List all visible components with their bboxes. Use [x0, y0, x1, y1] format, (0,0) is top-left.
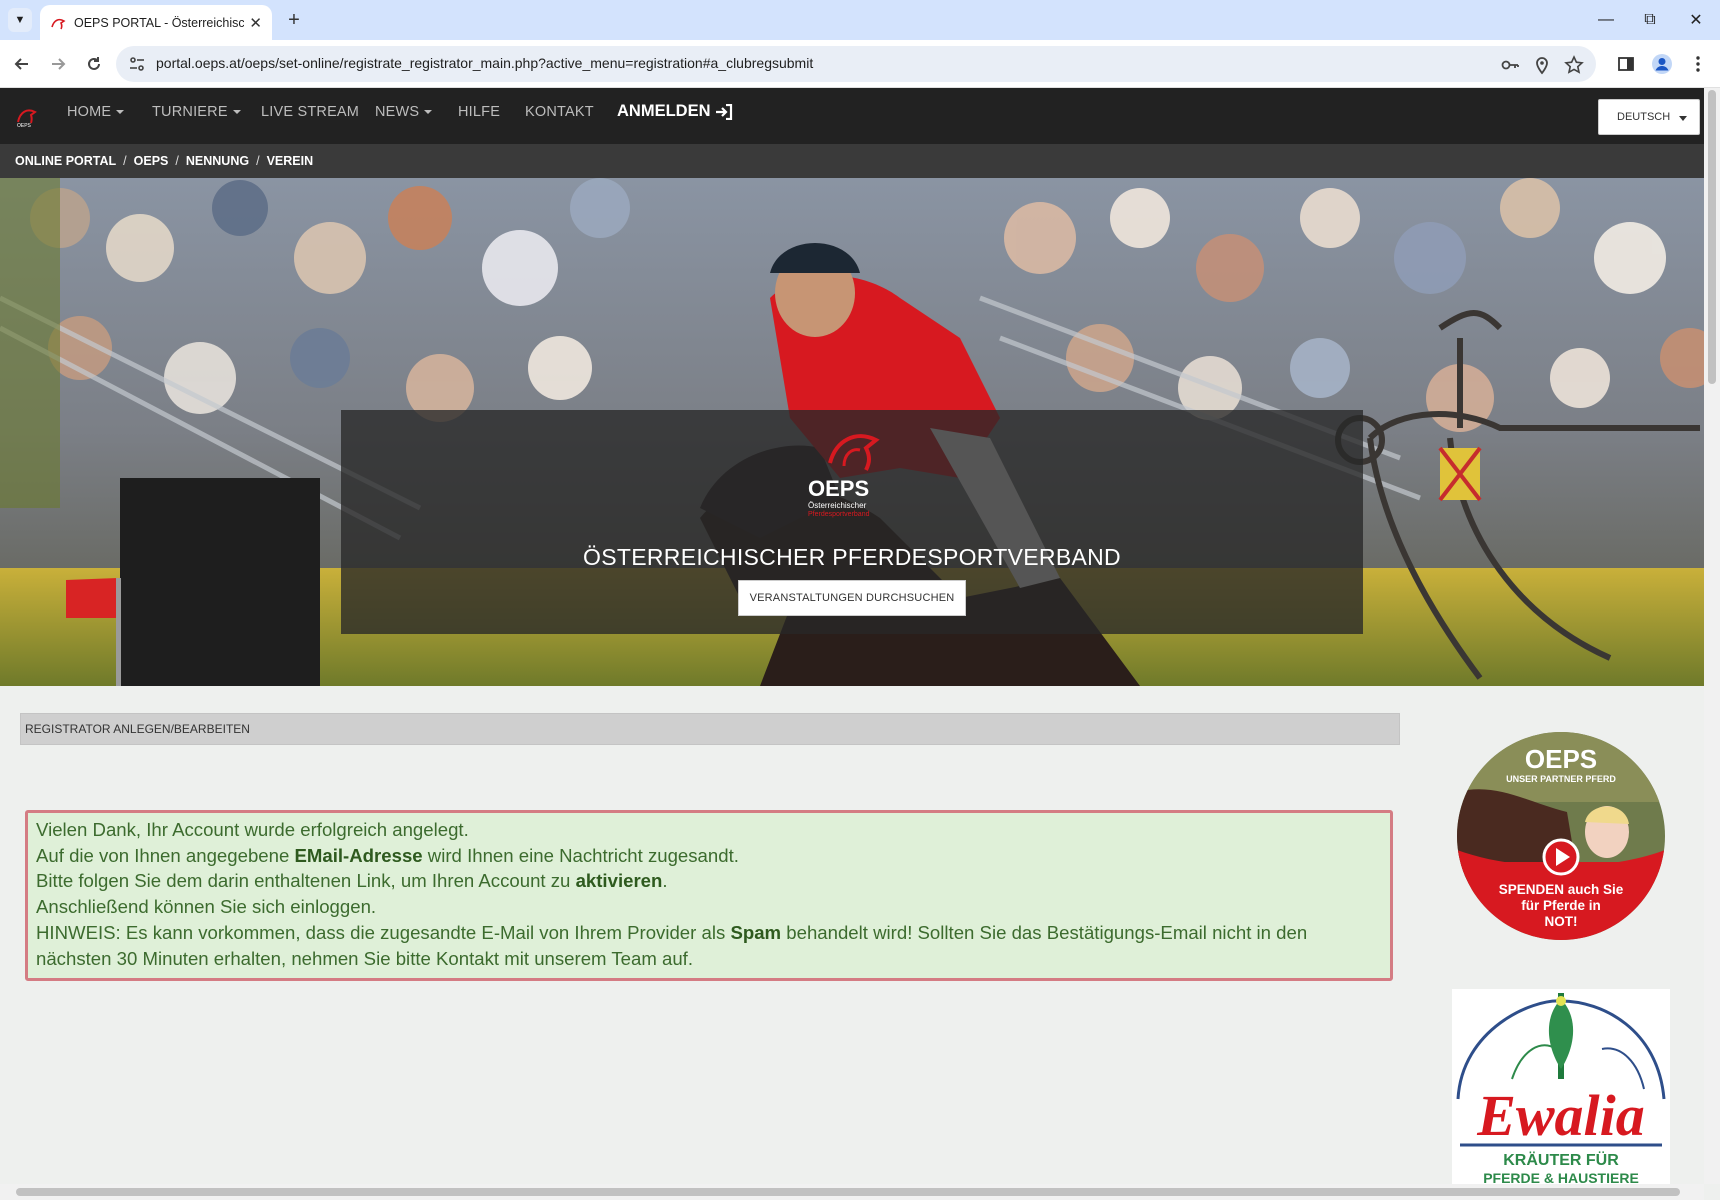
svg-text:OEPS: OEPS — [808, 476, 869, 501]
caret-down-icon — [1679, 116, 1687, 121]
site-settings-icon[interactable] — [128, 55, 146, 73]
language-value: DEUTSCH — [1617, 111, 1671, 123]
alert-line: Vielen Dank, Ihr Account wurde erfolgrei… — [36, 817, 1382, 843]
forward-icon[interactable] — [46, 52, 70, 76]
password-key-icon[interactable] — [1500, 55, 1520, 75]
browser-tab[interactable]: OEPS PORTAL - Österreichischer ✕ — [40, 5, 272, 40]
ewalia-ad[interactable]: Ewalia KRÄUTER FÜR PFERDE & HAUSTIERE — [1452, 989, 1670, 1184]
alert-bold-text: EMail-Adresse — [294, 844, 423, 866]
nav-news-label: NEWS — [375, 104, 420, 120]
oeps-hero-logo: OEPS Österreichischer Pferdesportverband — [808, 434, 880, 518]
svg-text:PFERDE & HAUSTIERE: PFERDE & HAUSTIERE — [1483, 1170, 1639, 1184]
main-navbar: OEPS HOME TURNIERE LIVE STREAM NEWS HILF… — [0, 88, 1704, 144]
breadcrumb-separator: / — [123, 154, 127, 168]
breadcrumb-separator: / — [175, 154, 179, 168]
nav-live-stream[interactable]: LIVE STREAM — [261, 104, 359, 120]
window-close-icon[interactable]: ✕ — [1676, 6, 1716, 34]
oeps-logo-icon[interactable]: OEPS — [14, 102, 40, 128]
hero-banner: OEPS Österreichischer Pferdesportverband… — [0, 178, 1704, 686]
side-panel-icon[interactable] — [1614, 52, 1638, 76]
alert-line: Anschließend können Sie sich einloggen. — [36, 894, 1382, 920]
breadcrumb-nennung[interactable]: NENNUNG — [186, 154, 249, 168]
login-link[interactable]: ANMELDEN — [617, 102, 733, 121]
back-icon[interactable] — [10, 52, 34, 76]
favicon-icon — [51, 18, 66, 29]
nav-news[interactable]: NEWS — [375, 104, 433, 120]
plus-icon[interactable]: + — [282, 8, 306, 32]
alert-text: Auf die von Ihnen angegebene — [36, 844, 295, 866]
alert-line: Auf die von Ihnen angegebene EMail-Adres… — [36, 843, 1382, 869]
horizontal-scroll-thumb[interactable] — [16, 1188, 1680, 1196]
more-icon[interactable] — [1686, 52, 1710, 76]
svg-text:OEPS: OEPS — [1525, 744, 1597, 774]
login-label: ANMELDEN — [617, 102, 711, 120]
donation-ad[interactable]: OEPS UNSER PARTNER PFERD SPENDEN auch Si… — [1457, 732, 1665, 940]
minimize-icon[interactable]: — — [1586, 6, 1626, 34]
language-select[interactable]: DEUTSCH — [1598, 99, 1700, 135]
svg-text:für Pferde in: für Pferde in — [1521, 898, 1601, 913]
browser-toolbar: portal.oeps.at/oeps/set-online/registrat… — [0, 40, 1720, 88]
alert-text: HINWEIS: Es kann vorkommen, dass die zug… — [36, 921, 731, 943]
star-icon[interactable] — [1564, 55, 1584, 75]
svg-text:KRÄUTER FÜR: KRÄUTER FÜR — [1503, 1150, 1619, 1169]
vertical-scroll-thumb[interactable] — [1708, 90, 1716, 384]
svg-text:NOT!: NOT! — [1545, 914, 1578, 929]
svg-text:Österreichischer: Österreichischer — [808, 501, 867, 510]
login-icon — [715, 103, 732, 120]
alert-text: Anschließend können Sie sich einloggen. — [36, 896, 377, 918]
alert-text: . — [662, 870, 668, 892]
breadcrumb: ONLINE PORTAL / OEPS / NENNUNG / VEREIN — [0, 144, 1704, 178]
svg-text:OEPS: OEPS — [17, 123, 32, 128]
alert-bold-text: Spam — [730, 921, 782, 943]
alert-bold-text: aktivieren — [575, 870, 663, 892]
url-text: portal.oeps.at/oeps/set-online/registrat… — [156, 55, 814, 71]
nav-hilfe[interactable]: HILFE — [458, 104, 500, 120]
svg-text:Pferdesportverband: Pferdesportverband — [808, 511, 870, 518]
caret-down-icon — [116, 110, 125, 115]
search-events-button[interactable]: VERANSTALTUNGEN DURCHSUCHEN — [738, 580, 966, 616]
nav-home[interactable]: HOME — [67, 104, 125, 120]
nav-home-label: HOME — [67, 104, 112, 120]
alert-text: Vielen Dank, Ihr Account wurde erfolgrei… — [36, 819, 469, 840]
hero-title: ÖSTERREICHISCHER PFERDESPORTVERBAND — [583, 544, 1121, 570]
nav-turniere-label: TURNIERE — [152, 104, 228, 120]
reload-icon[interactable] — [82, 52, 106, 76]
hero-overlay: OEPS Österreichischer Pferdesportverband… — [341, 410, 1363, 634]
svg-text:SPENDEN auch Sie: SPENDEN auch Sie — [1499, 882, 1624, 897]
web-page: OEPS HOME TURNIERE LIVE STREAM NEWS HILF… — [0, 88, 1704, 1184]
caret-down-icon — [232, 110, 241, 115]
svg-text:UNSER PARTNER PFERD: UNSER PARTNER PFERD — [1506, 774, 1616, 784]
profile-icon[interactable] — [1650, 52, 1674, 76]
svg-text:Ewalia: Ewalia — [1476, 1083, 1645, 1148]
breadcrumb-oeps[interactable]: OEPS — [134, 154, 169, 168]
caret-down-icon — [424, 110, 433, 115]
horizontal-scrollbar[interactable] — [0, 1184, 1704, 1200]
breadcrumb-separator: / — [256, 154, 260, 168]
location-icon[interactable] — [1532, 55, 1552, 75]
vertical-scrollbar[interactable] — [1704, 88, 1720, 1184]
tab-list-icon[interactable]: ▼ — [8, 8, 32, 32]
restore-icon[interactable]: ⧉ — [1630, 6, 1670, 34]
nav-kontakt[interactable]: KONTAKT — [525, 104, 594, 120]
alert-line: Bitte folgen Sie dem darin enthaltenen L… — [36, 868, 1382, 894]
section-heading: REGISTRATOR ANLEGEN/BEARBEITEN — [20, 713, 1400, 745]
breadcrumb-verein[interactable]: VEREIN — [267, 154, 314, 168]
play-icon[interactable] — [1542, 838, 1580, 876]
alert-text: Bitte folgen Sie dem darin enthaltenen L… — [36, 870, 576, 892]
nav-turniere[interactable]: TURNIERE — [152, 104, 241, 120]
tab-title: OEPS PORTAL - Österreichischer — [74, 15, 244, 30]
address-bar[interactable]: portal.oeps.at/oeps/set-online/registrat… — [116, 46, 1596, 82]
breadcrumb-online-portal[interactable]: ONLINE PORTAL — [15, 154, 116, 168]
alert-text: wird Ihnen eine Nachtricht zugesandt. — [422, 844, 739, 866]
browser-tab-strip: ▼ OEPS PORTAL - Österreichischer ✕ + — ⧉… — [0, 0, 1720, 40]
alert-line: HINWEIS: Es kann vorkommen, dass die zug… — [36, 920, 1382, 971]
success-alert: Vielen Dank, Ihr Account wurde erfolgrei… — [25, 810, 1393, 981]
close-icon[interactable]: ✕ — [249, 14, 262, 32]
